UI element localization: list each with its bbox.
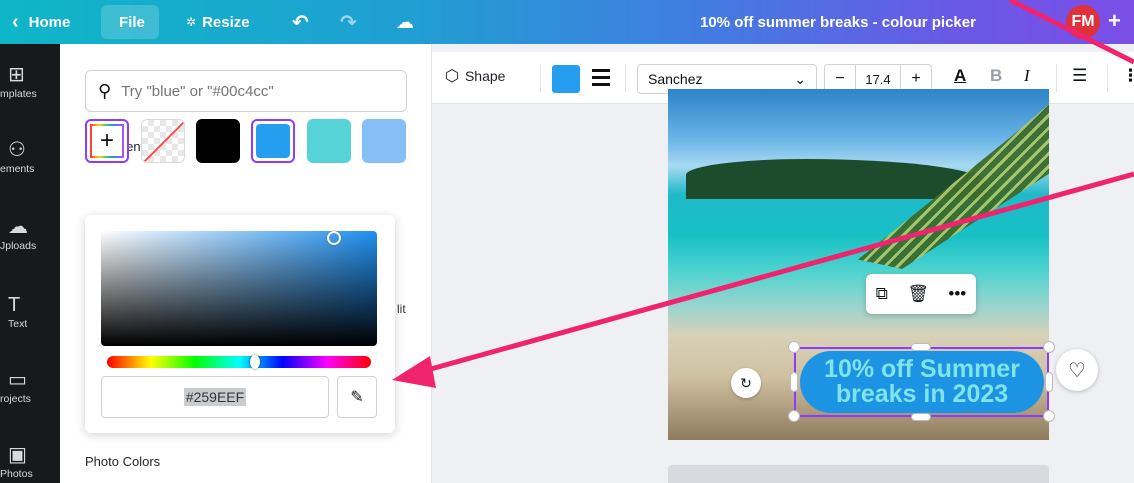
home-button[interactable]: ‹ Home — [12, 0, 70, 44]
hex-value: #259EEF — [183, 388, 247, 406]
more-vertical-icon: ⋮ — [1122, 66, 1134, 85]
comment-icon: ♡ — [1068, 359, 1086, 382]
swatch-blue-selected[interactable] — [251, 119, 295, 163]
rotate-icon: ↻ — [740, 374, 752, 391]
hex-input[interactable]: #259EEF — [101, 376, 329, 418]
file-button[interactable]: File — [119, 0, 145, 44]
rail-item-templates[interactable]: ⊞ mplates — [0, 64, 60, 100]
plus-icon: + — [90, 124, 124, 158]
resize-handle[interactable] — [911, 413, 931, 421]
top-bar: ‹ Home File ✲ Resize ↶ ↷ ☁ 10% off summe… — [0, 0, 1134, 44]
color-handle[interactable] — [327, 231, 341, 245]
uploads-icon: ☁ — [8, 216, 28, 238]
file-label: File — [119, 13, 145, 31]
text-icon: T — [8, 294, 21, 316]
photo-colors-heading: Photo Colors — [85, 454, 161, 469]
more-options-button[interactable]: ⋮ — [1122, 66, 1134, 86]
fill-color-button[interactable] — [552, 65, 580, 93]
photos-icon: ▣ — [8, 444, 27, 466]
resize-handle[interactable] — [790, 372, 798, 392]
slash-icon — [143, 120, 184, 162]
obscured-label: lit — [397, 302, 406, 316]
eyedropper-icon: ✎ — [350, 389, 364, 406]
align-button[interactable]: ☰ — [1072, 66, 1087, 86]
resize-handle[interactable] — [1043, 410, 1055, 422]
decrease-size-button[interactable]: − — [825, 70, 855, 88]
rail-item-text[interactable]: T Text — [0, 294, 60, 330]
shape-button[interactable]: ⬡ Shape — [445, 66, 505, 86]
divider — [625, 64, 626, 92]
more-horizontal-icon[interactable]: ••• — [948, 284, 966, 304]
shape-label: Shape — [464, 68, 506, 84]
text-color-button[interactable]: A — [954, 66, 966, 86]
redo-button[interactable]: ↷ — [340, 0, 357, 44]
home-label: Home — [28, 13, 71, 31]
resize-handle[interactable] — [1045, 372, 1053, 392]
divider — [1056, 64, 1057, 92]
rail-label: mplates — [0, 88, 37, 100]
border-style-icon[interactable] — [592, 69, 610, 90]
hue-handle[interactable] — [250, 355, 260, 369]
divider — [540, 64, 541, 92]
rail-label: ements — [0, 163, 35, 175]
color-search[interactable]: ⚲ — [85, 70, 407, 112]
avatar[interactable]: FM — [1066, 5, 1100, 39]
color-picker-popover: #259EEF ✎ — [85, 215, 395, 433]
rail-item-projects[interactable]: ▭ rojects — [0, 369, 60, 405]
projects-icon: ▭ — [8, 369, 27, 391]
resize-handle[interactable] — [788, 341, 800, 353]
resize-handle[interactable] — [1043, 341, 1055, 353]
undo-icon: ↶ — [292, 11, 309, 34]
element-floating-toolbar: ⧉ 🗑 ••• — [866, 274, 976, 314]
font-name: Sanchez — [648, 71, 703, 87]
add-comment-button[interactable]: ♡ — [1056, 349, 1098, 391]
add-page-bar[interactable] — [668, 465, 1049, 483]
duplicate-icon[interactable]: ⧉ — [876, 284, 888, 304]
rail-item-elements[interactable]: ⚇ ements — [0, 139, 60, 175]
redo-icon: ↷ — [340, 11, 357, 34]
chevron-down-icon: ⌄ — [794, 70, 806, 87]
chevron-left-icon: ‹ — [12, 10, 19, 33]
align-center-icon: ☰ — [1072, 66, 1088, 85]
swatch-black[interactable] — [196, 119, 240, 163]
swatch-teal[interactable] — [307, 119, 351, 163]
rail-label: Jploads — [0, 240, 37, 252]
bold-button[interactable]: B — [990, 66, 1002, 86]
hue-slider[interactable] — [107, 356, 371, 368]
increase-size-button[interactable]: + — [901, 70, 931, 88]
rail-label: Text — [8, 318, 28, 330]
elements-icon: ⚇ — [8, 139, 26, 161]
search-icon: ⚲ — [98, 80, 112, 101]
swatch-blue-fill — [256, 124, 290, 158]
headline-pill[interactable]: 10% off Summer breaks in 2023 — [800, 351, 1044, 413]
rail-item-uploads[interactable]: ☁ Jploads — [0, 216, 60, 252]
resize-handle[interactable] — [911, 343, 931, 351]
templates-icon: ⊞ — [8, 64, 25, 86]
rotate-button[interactable]: ↻ — [731, 368, 761, 398]
cloud-saved-button[interactable]: ☁ — [396, 0, 414, 44]
rail-label: rojects — [0, 393, 31, 405]
swatch-light-blue[interactable] — [362, 119, 406, 163]
no-color-swatch[interactable] — [141, 119, 185, 163]
document-title[interactable]: 10% off summer breaks - colour picker — [700, 0, 1040, 44]
resize-icon: ✲ — [186, 15, 197, 29]
resize-label: Resize — [202, 13, 250, 31]
rail-label: Photos — [0, 468, 33, 480]
cloud-check-icon: ☁ — [396, 11, 414, 32]
italic-button[interactable]: I — [1024, 66, 1030, 86]
eyedropper-button[interactable]: ✎ — [337, 376, 377, 418]
undo-button[interactable]: ↶ — [292, 0, 309, 44]
search-input[interactable] — [121, 82, 362, 100]
saturation-value-area[interactable] — [101, 231, 377, 346]
add-button[interactable]: + — [1108, 8, 1121, 34]
trash-icon[interactable]: 🗑 — [907, 284, 929, 304]
left-rail: ⊞ mplates ⚇ ements ☁ Jploads T Text ▭ ro… — [0, 44, 60, 483]
divider — [1107, 64, 1108, 92]
resize-button[interactable]: ✲ Resize — [186, 0, 250, 44]
shape-icon: ⬡ — [445, 68, 459, 85]
resize-handle[interactable] — [788, 410, 800, 422]
add-color-swatch[interactable]: + — [85, 119, 129, 163]
rail-item-photos[interactable]: ▣ Photos — [0, 444, 60, 480]
